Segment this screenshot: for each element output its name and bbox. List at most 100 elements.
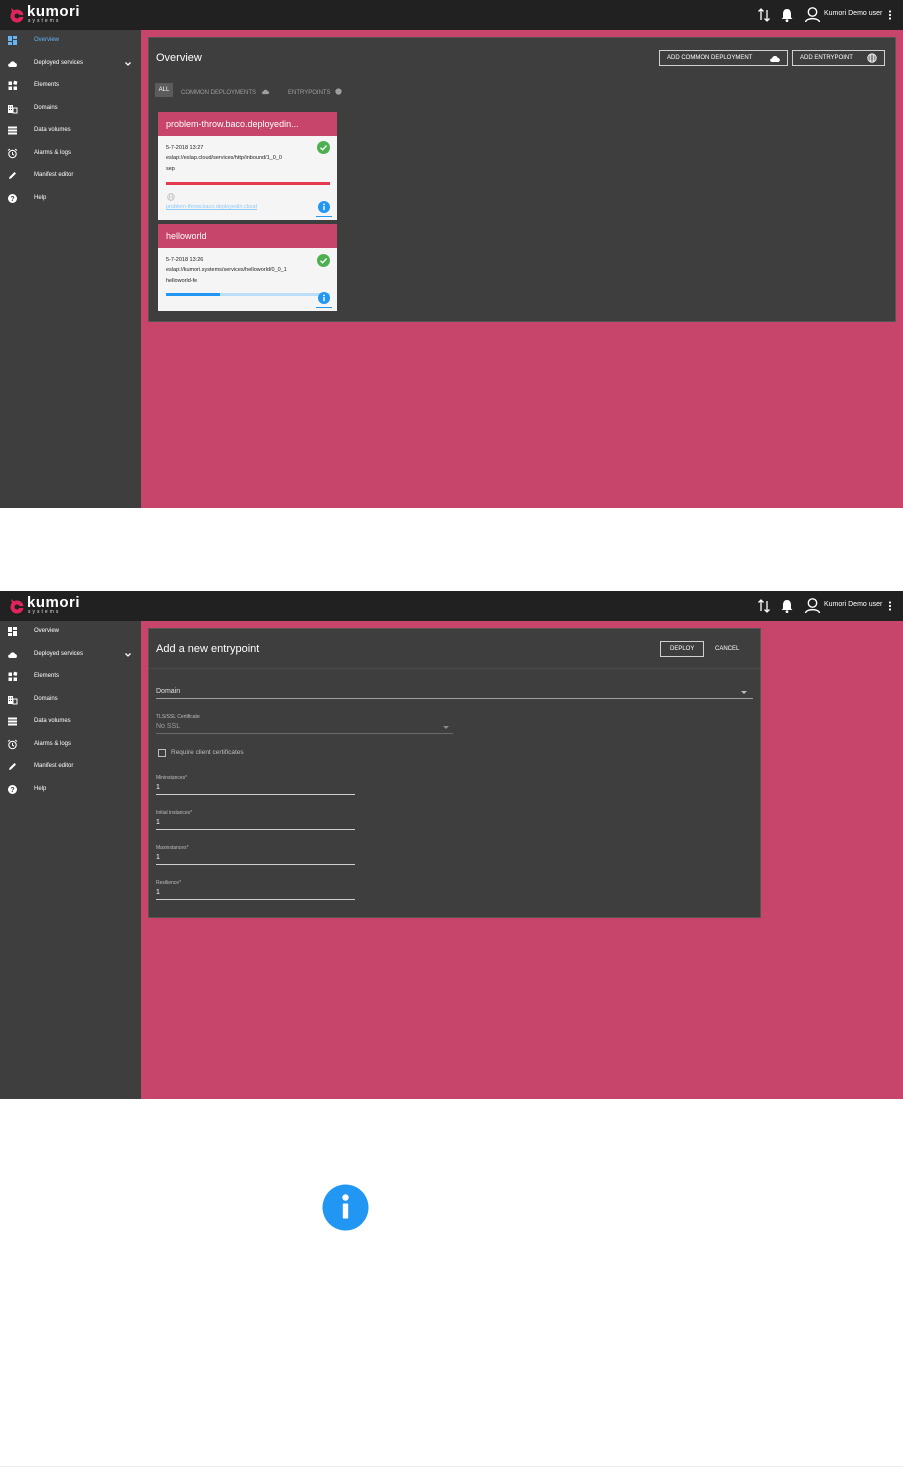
sidebar-item-overview[interactable]: Overview bbox=[0, 621, 141, 643]
resilience-value: 1 bbox=[156, 889, 160, 896]
sidebar-item-overview[interactable]: Overview bbox=[0, 30, 141, 52]
add-entrypoint-label: ADD ENTRYPOINT bbox=[800, 55, 853, 61]
min-instances-input[interactable] bbox=[156, 794, 355, 795]
sidebar-item-data-volumes[interactable]: Data volumes bbox=[0, 120, 141, 142]
sidebar-item-deployed-services[interactable]: Deployed services bbox=[0, 644, 141, 666]
cancel-button[interactable]: CANCEL bbox=[715, 646, 739, 652]
logo-subtext: systems bbox=[28, 609, 61, 615]
sidebar-item-elements[interactable]: Elements bbox=[0, 75, 141, 97]
sidebar-item-label: Deployed services bbox=[34, 60, 84, 66]
logo-subtext: systems bbox=[28, 18, 61, 24]
more-vert-icon[interactable] bbox=[887, 598, 893, 614]
filter-tab-all[interactable]: ALL bbox=[155, 83, 173, 97]
chevron-down-icon[interactable] bbox=[124, 60, 132, 68]
user-name[interactable]: Kumori Demo user bbox=[824, 601, 882, 608]
progress-fill bbox=[166, 293, 221, 296]
card-title: helloworld bbox=[166, 231, 207, 241]
sidebar-item-manifest-editor[interactable]: Manifest editor bbox=[0, 756, 141, 778]
check-circle-icon bbox=[317, 254, 330, 267]
resilience-input[interactable] bbox=[156, 899, 355, 900]
overview-screen: kumori systems Kumori Demo user Overview… bbox=[0, 0, 903, 508]
globe-icon bbox=[867, 53, 877, 63]
max-instances-input[interactable] bbox=[156, 864, 355, 865]
page-title: Add a new entrypoint bbox=[156, 643, 260, 655]
min-instances-label: Mininstances* bbox=[156, 775, 188, 781]
domain-select[interactable] bbox=[156, 698, 753, 699]
pencil-icon bbox=[9, 763, 16, 770]
info-icon[interactable] bbox=[318, 201, 330, 213]
card-role: helloworld-fe bbox=[166, 278, 198, 284]
sidebar-item-data-volumes[interactable]: Data volumes bbox=[0, 711, 141, 733]
info-icon bbox=[322, 1184, 369, 1231]
sidebar-item-label: Domains bbox=[34, 105, 58, 111]
page-title: Overview bbox=[156, 52, 202, 64]
top-app-bar: kumori systems Kumori Demo user bbox=[0, 591, 903, 621]
entrypoint-link[interactable]: problem-throw.baco.deployedin.cloud bbox=[166, 204, 257, 210]
user-avatar-icon[interactable] bbox=[804, 6, 821, 23]
tls-caret-icon[interactable] bbox=[443, 726, 449, 729]
chevron-down-icon[interactable] bbox=[124, 651, 132, 659]
deployment-card[interactable]: problem-throw.baco.deployedin... 5-7-201… bbox=[158, 112, 337, 220]
deployment-progress-bar bbox=[166, 182, 330, 185]
info-icon[interactable] bbox=[318, 292, 330, 304]
widgets-icon bbox=[8, 671, 18, 681]
sort-arrows-icon[interactable] bbox=[757, 7, 771, 23]
sidebar-item-manifest-editor[interactable]: Manifest editor bbox=[0, 165, 141, 187]
sidebar-item-label: Elements bbox=[34, 82, 60, 88]
sidebar-item-label: Alarms & logs bbox=[34, 150, 72, 156]
filter-tab-label: ENTRYPOINTS bbox=[288, 90, 331, 96]
storage-icon bbox=[8, 717, 17, 726]
info-underline bbox=[316, 216, 332, 217]
domain-icon bbox=[8, 696, 18, 705]
sidebar-item-label: Elements bbox=[34, 673, 60, 679]
cloud-icon bbox=[770, 55, 780, 62]
more-vert-icon[interactable] bbox=[887, 7, 893, 23]
domain-caret-icon[interactable] bbox=[741, 691, 747, 694]
require-client-certs-checkbox[interactable] bbox=[158, 749, 166, 757]
help-icon: ? bbox=[8, 194, 17, 203]
globe-icon bbox=[335, 88, 342, 95]
dashboard-icon bbox=[8, 36, 17, 45]
add-common-deployment-button[interactable]: ADD COMMON DEPLOYMENT bbox=[659, 50, 788, 66]
info-underline bbox=[316, 307, 332, 308]
card-title: problem-throw.baco.deployedin... bbox=[166, 119, 299, 129]
domain-select-placeholder: Domain bbox=[156, 688, 181, 695]
sort-arrows-icon[interactable] bbox=[757, 598, 771, 614]
deploy-button[interactable]: DEPLOY bbox=[660, 641, 704, 657]
sidebar-item-label: Help bbox=[34, 786, 47, 792]
sidebar-item-deployed-services[interactable]: Deployed services bbox=[0, 53, 141, 75]
deployment-card[interactable]: helloworld 5-7-2018 13:26 eslap://kumori… bbox=[158, 224, 337, 311]
user-name[interactable]: Kumori Demo user bbox=[824, 10, 882, 17]
sidebar-item-help[interactable]: ? Help bbox=[0, 779, 141, 801]
filter-tab-entrypoints[interactable]: ENTRYPOINTS bbox=[288, 87, 342, 96]
sidebar-item-label: Deployed services bbox=[34, 651, 84, 657]
sidebar-item-domains[interactable]: Domains bbox=[0, 98, 141, 120]
tls-select[interactable] bbox=[156, 733, 453, 734]
add-entrypoint-button[interactable]: ADD ENTRYPOINT bbox=[792, 50, 885, 66]
sidebar-item-help[interactable]: ? Help bbox=[0, 188, 141, 210]
sidebar-item-elements[interactable]: Elements bbox=[0, 666, 141, 688]
sidebar: Overview Deployed services Elements Doma… bbox=[0, 621, 141, 1099]
bell-icon[interactable] bbox=[780, 598, 794, 614]
sidebar-item-domains[interactable]: Domains bbox=[0, 689, 141, 711]
sidebar-item-alarms-logs[interactable]: Alarms & logs bbox=[0, 734, 141, 756]
sidebar-item-label: Help bbox=[34, 195, 47, 201]
bell-icon[interactable] bbox=[780, 7, 794, 23]
add-entrypoint-screen: kumori systems Kumori Demo user Overview… bbox=[0, 591, 903, 1099]
globe-icon bbox=[167, 193, 175, 201]
sidebar-item-alarms-logs[interactable]: Alarms & logs bbox=[0, 143, 141, 165]
require-client-certs-label: Require client certificates bbox=[171, 749, 244, 756]
cloud-icon bbox=[8, 61, 17, 67]
cloud-icon bbox=[8, 652, 17, 658]
pencil-icon bbox=[9, 172, 16, 179]
sidebar-item-label: Data volumes bbox=[34, 718, 71, 724]
filter-tab-common-deployments[interactable]: COMMON DEPLOYMENTS bbox=[181, 87, 269, 96]
alarm-icon bbox=[7, 739, 18, 750]
card-date: 5-7-2018 13:26 bbox=[166, 257, 204, 263]
sidebar-item-label: Alarms & logs bbox=[34, 741, 72, 747]
cloud-icon bbox=[261, 89, 269, 95]
sidebar-item-label: Data volumes bbox=[34, 127, 71, 133]
user-avatar-icon[interactable] bbox=[804, 597, 821, 614]
sidebar: Overview Deployed services Elements Doma… bbox=[0, 30, 141, 508]
initial-instances-input[interactable] bbox=[156, 829, 355, 830]
